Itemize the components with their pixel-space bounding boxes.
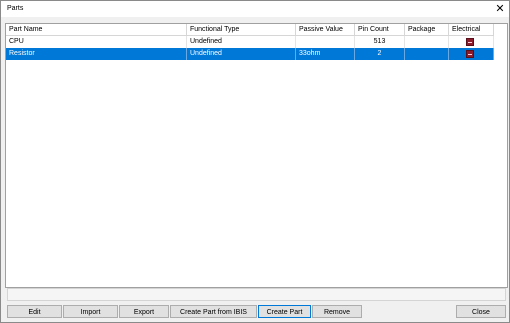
edit-button[interactable]: Edit — [7, 305, 62, 318]
pin-count-cell: 2 — [355, 48, 405, 60]
create-part-from-ibis-button[interactable]: Create Part from IBIS — [170, 305, 257, 318]
title-bar: Parts ✕ — [1, 1, 509, 17]
remove-button[interactable]: Remove — [312, 305, 362, 318]
close-button[interactable]: Close — [456, 305, 506, 318]
column-header-functional-type[interactable]: Functional Type — [187, 24, 296, 35]
part-name-cell: CPU — [6, 36, 187, 48]
create-part-button[interactable]: Create Part — [258, 305, 311, 318]
status-bar — [7, 288, 506, 301]
functional-type-cell: Undefined — [187, 36, 296, 48]
electrical-cell[interactable] — [449, 48, 494, 60]
electrical-model-icon[interactable] — [466, 38, 474, 46]
parts-table: Part Name Functional Type Passive Value … — [5, 23, 508, 288]
passive-value-cell: 33ohm — [296, 48, 355, 60]
package-cell — [405, 36, 449, 48]
column-header-part-name[interactable]: Part Name — [6, 24, 187, 35]
import-button[interactable]: Import — [63, 305, 118, 318]
table-row[interactable]: CPU Undefined 513 — [6, 36, 494, 48]
electrical-cell[interactable] — [449, 36, 494, 48]
column-header-electrical[interactable]: Electrical — [449, 24, 494, 35]
export-button[interactable]: Export — [119, 305, 169, 318]
part-name-cell: Resistor — [6, 48, 187, 60]
package-cell — [405, 48, 449, 60]
electrical-model-icon[interactable] — [466, 50, 474, 58]
close-window-icon[interactable]: ✕ — [493, 2, 507, 16]
column-header-package[interactable]: Package — [405, 24, 449, 35]
pin-count-cell: 513 — [355, 36, 405, 48]
table-header: Part Name Functional Type Passive Value … — [6, 24, 494, 36]
window-title: Parts — [7, 5, 24, 12]
column-header-pin-count[interactable]: Pin Count — [355, 24, 405, 35]
table-row-selected[interactable]: Resistor Undefined 33ohm 2 — [6, 48, 494, 60]
passive-value-cell — [296, 36, 355, 48]
functional-type-cell: Undefined — [187, 48, 296, 60]
parts-dialog: Parts ✕ Part Name Functional Type Passiv… — [0, 0, 510, 323]
column-header-passive-value[interactable]: Passive Value — [296, 24, 355, 35]
